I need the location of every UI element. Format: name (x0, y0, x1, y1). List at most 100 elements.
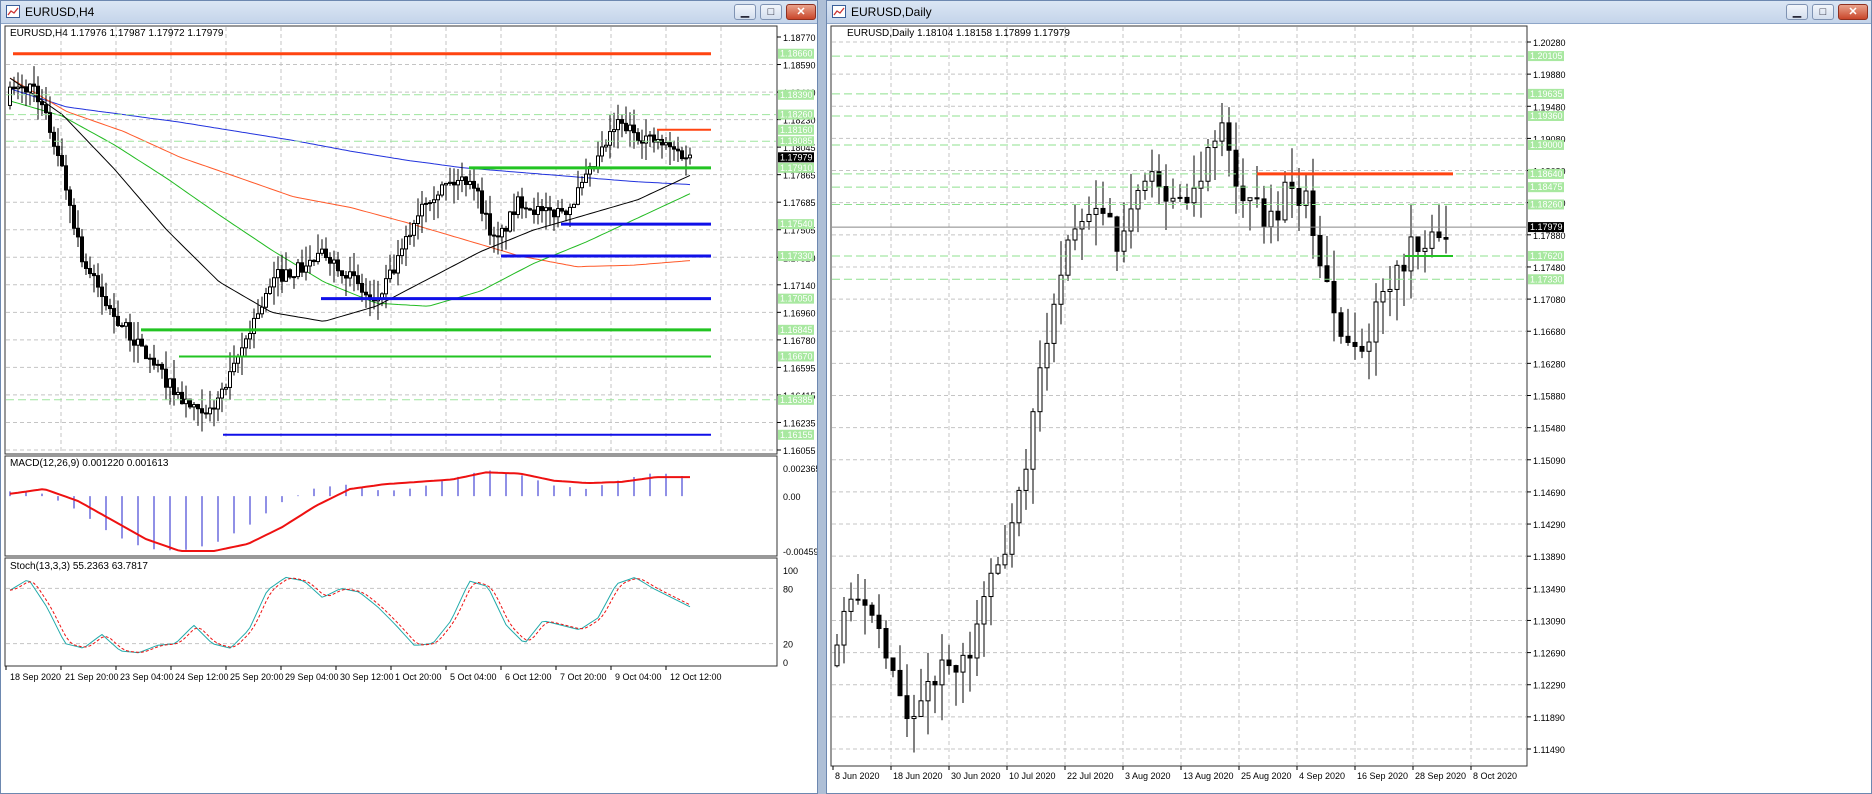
candle-body (1408, 236, 1414, 272)
price-tick-label: 1.15480 (1533, 424, 1566, 434)
candle-body (1205, 147, 1211, 182)
level-price-label: 1.19635 (1528, 88, 1564, 99)
candle-body (36, 85, 40, 103)
candle-body (260, 306, 264, 315)
candle-body (332, 259, 336, 264)
time-tick-label: 10 Jul 2020 (1009, 771, 1056, 781)
candle-body (200, 408, 204, 414)
candle-body (224, 386, 228, 390)
candle-body (400, 248, 404, 257)
level-price-label: 1.18260 (778, 109, 814, 120)
window-title: EURUSD,Daily (851, 5, 932, 19)
window-eurusd-h4[interactable]: EURUSD,H4 ▁ □ ✕ 1.187701.185901.184101.1… (0, 0, 818, 794)
window-titlebar[interactable]: EURUSD,H4 ▁ □ ✕ (1, 1, 817, 24)
window-title: EURUSD,H4 (25, 5, 95, 19)
candle-body (48, 112, 52, 133)
candle-body (352, 271, 356, 277)
price-tick-label: 1.20280 (1533, 38, 1566, 48)
candle-body (540, 206, 544, 212)
candle-body (296, 262, 300, 278)
minimize-button[interactable]: ▁ (1786, 4, 1808, 20)
time-tick-label: 22 Jul 2020 (1067, 771, 1114, 781)
time-tick-label: 4 Sep 2020 (1299, 771, 1345, 781)
candle-body (1422, 247, 1428, 252)
daily-chart-area[interactable]: 1.202801.198801.194801.190801.186801.182… (827, 24, 1871, 793)
candle-body (500, 227, 504, 238)
candle-body (104, 296, 108, 307)
candle-body (64, 165, 68, 191)
candle-body (156, 363, 160, 366)
candle-body (284, 269, 288, 282)
level-price-label: 1.19360 (1528, 110, 1564, 121)
time-tick-label: 12 Oct 12:00 (670, 672, 722, 682)
candle-body (116, 315, 120, 327)
h4-chart-area[interactable]: 1.187701.185901.184101.182301.180451.178… (1, 24, 817, 793)
candle-body (648, 134, 652, 137)
candle-body (272, 277, 276, 288)
time-tick-label: 5 Oct 04:00 (450, 672, 497, 682)
current-price-text: 1.17979 (780, 152, 813, 162)
time-tick-label: 16 Sep 2020 (1357, 771, 1408, 781)
candle-body (988, 572, 994, 598)
candle-body (552, 209, 556, 218)
candle-body (1226, 122, 1232, 151)
candle-body (80, 236, 84, 263)
candle-body (72, 204, 76, 229)
candle-body (204, 412, 208, 415)
level-label-text: 1.19360 (1530, 111, 1563, 121)
candle-body (344, 275, 348, 279)
candle (1065, 234, 1071, 281)
maximize-button[interactable]: □ (1812, 4, 1834, 20)
minimize-button[interactable]: ▁ (734, 4, 756, 20)
macd-tick-label: -0.004599 (783, 547, 817, 557)
level-price-label: 1.17050 (778, 293, 814, 304)
candle-body (580, 181, 584, 189)
candle-body (672, 146, 676, 150)
stochastic-tick-label: 80 (783, 584, 793, 594)
close-button[interactable]: ✕ (1838, 4, 1868, 20)
window-titlebar[interactable]: EURUSD,Daily ▁ □ ✕ (827, 1, 1871, 24)
candle-body (1170, 197, 1176, 202)
candle-body (292, 276, 296, 279)
candle-body (572, 203, 576, 208)
price-tick-label: 1.15090 (1533, 456, 1566, 466)
candle-body (960, 654, 966, 673)
macd-header: MACD(12,26,9) 0.001220 0.001613 (10, 458, 169, 469)
candle-body (1247, 197, 1253, 202)
price-tick-label: 1.18770 (783, 33, 816, 43)
level-label-text: 1.16845 (780, 325, 813, 335)
candle-body (624, 122, 628, 132)
maximize-button[interactable]: □ (760, 4, 782, 20)
candle-body (20, 86, 24, 89)
candle-body (300, 262, 304, 273)
candle-body (1142, 180, 1148, 191)
candle-body (1296, 188, 1302, 206)
candle-body (436, 194, 440, 201)
candle-body (974, 623, 980, 659)
stochastic-tick-label: 100 (783, 566, 798, 576)
window-eurusd-daily[interactable]: EURUSD,Daily ▁ □ ✕ 1.20280 1.19880 1.19480… (826, 0, 1872, 794)
candle-body (120, 325, 124, 328)
close-button[interactable]: ✕ (786, 4, 816, 20)
level-label-text: 1.16385 (780, 395, 813, 405)
candle-body (316, 252, 320, 263)
candle-body (280, 269, 284, 282)
level-price-label: 1.17330 (1528, 274, 1564, 285)
price-tick-label: 1.17480 (1533, 263, 1566, 273)
stochastic-header: Stoch(13,3,3) 55.2363 63.7817 (10, 561, 148, 572)
level-label-text: 1.20105 (1530, 51, 1563, 61)
candle-body (1401, 264, 1407, 272)
price-tick-label: 1.16780 (783, 336, 816, 346)
candle-body (236, 356, 240, 364)
candle-body (524, 207, 528, 210)
candle-body (1051, 303, 1057, 344)
candle-body (468, 180, 472, 185)
level-price-label: 1.19000 (1528, 139, 1564, 150)
candle-body (564, 210, 568, 216)
candle-body (444, 182, 448, 186)
candle-body (324, 248, 328, 259)
candle-body (528, 208, 532, 211)
candle-body (12, 86, 16, 90)
time-tick-label: 1 Oct 20:00 (395, 672, 442, 682)
candle-body (144, 345, 148, 360)
